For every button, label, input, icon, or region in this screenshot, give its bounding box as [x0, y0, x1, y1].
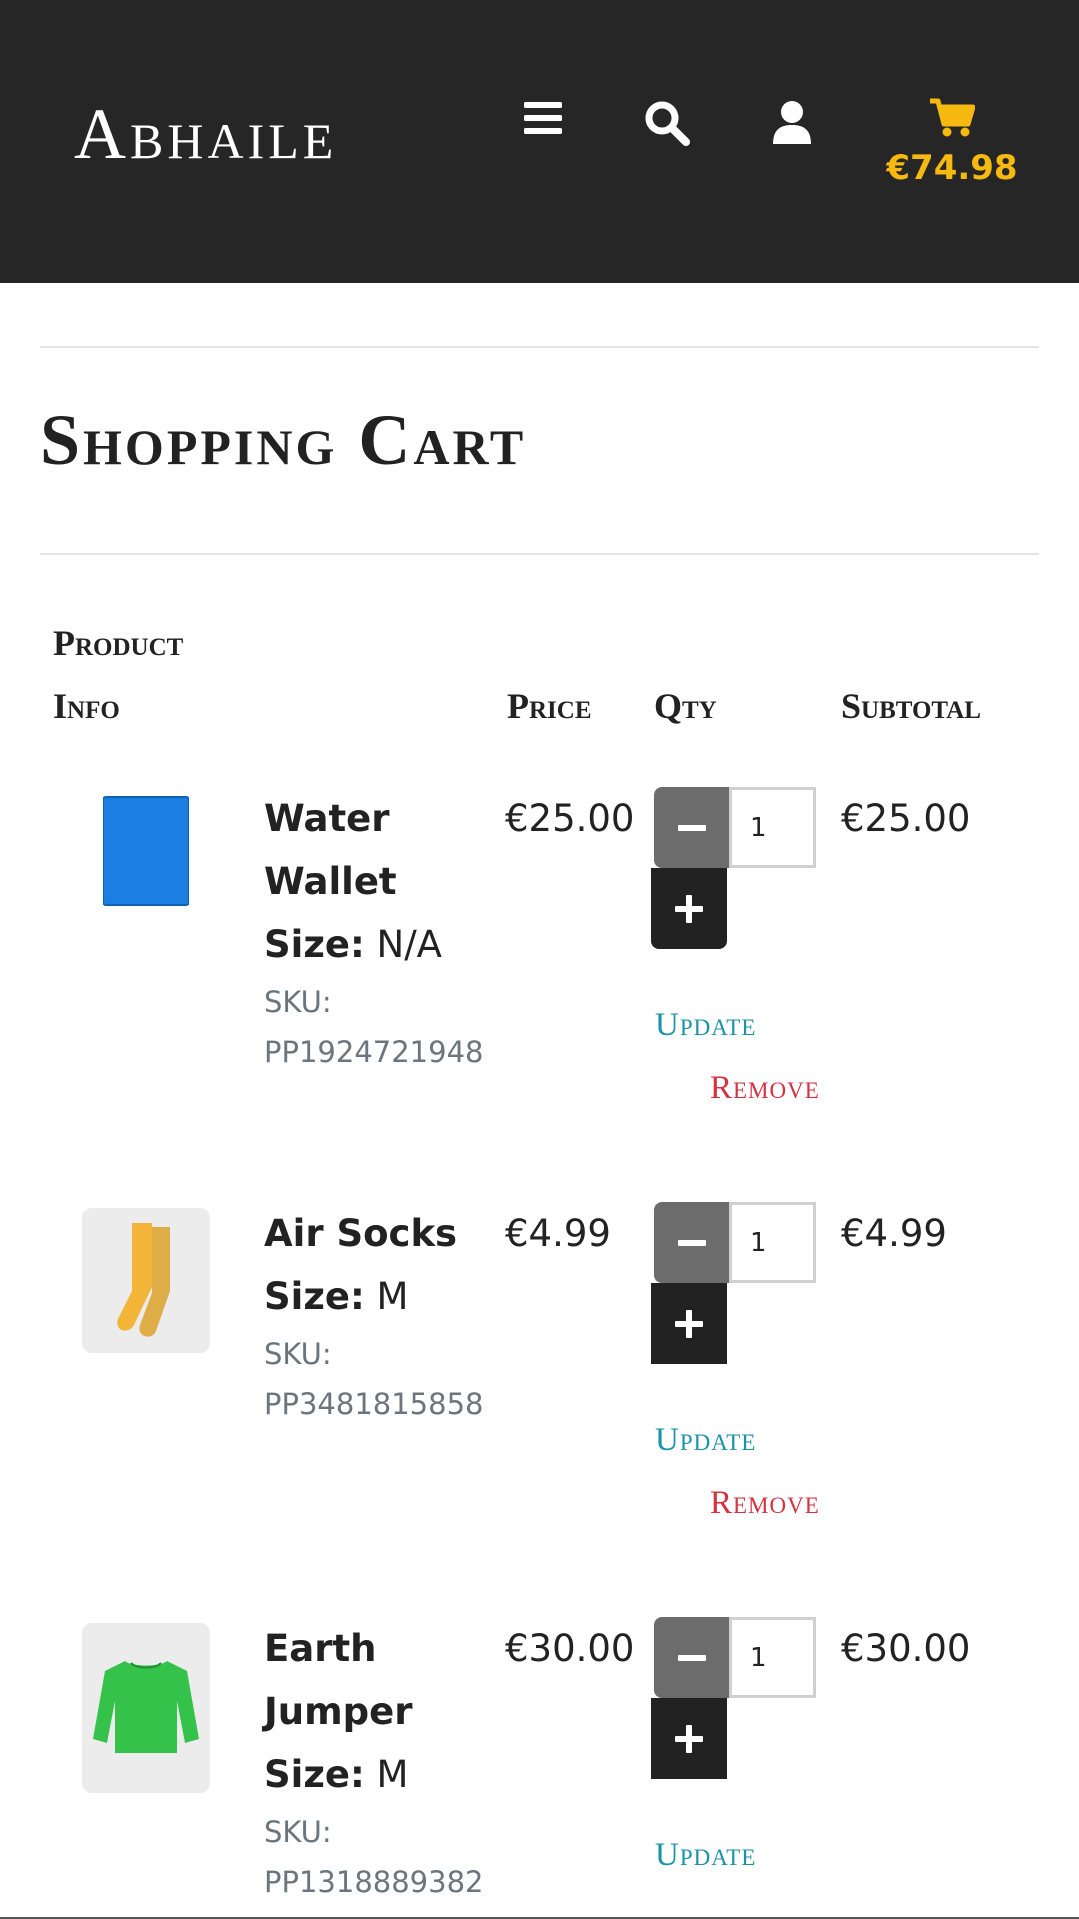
size-label: Size: — [264, 1753, 365, 1796]
column-header-product: Product Info — [53, 612, 183, 738]
decrease-qty-button[interactable] — [654, 1617, 730, 1698]
size-label: Size: — [264, 923, 365, 966]
menu-icon[interactable] — [524, 100, 562, 140]
search-icon[interactable] — [644, 100, 690, 150]
product-size: Size: M — [264, 1743, 408, 1806]
sku-label: SKU: — [264, 985, 332, 1019]
cart-total: €74.98 — [886, 148, 1018, 188]
sku-label: SKU: — [264, 1815, 332, 1849]
item-price: €4.99 — [505, 1212, 611, 1255]
item-price: €25.00 — [505, 797, 635, 840]
update-link[interactable]: Update — [655, 1007, 756, 1044]
sku-value: PP3481815858 — [264, 1387, 484, 1421]
sku-value: PP1318889382 — [264, 1865, 484, 1899]
minus-icon — [678, 1654, 706, 1661]
size-label: Size: — [264, 1275, 365, 1318]
size-value: M — [376, 1275, 409, 1318]
increase-qty-button[interactable] — [651, 1698, 727, 1779]
cart-row: Water Wallet Size: N/A SKU: PP1924721948… — [0, 787, 1079, 1187]
decrease-qty-button[interactable] — [654, 1202, 730, 1283]
user-icon[interactable] — [772, 100, 812, 150]
cart-row: Earth Jumper Size: M SKU: PP1318889382 €… — [0, 1617, 1079, 1917]
update-link[interactable]: Update — [655, 1422, 756, 1459]
product-name[interactable]: Air Socks — [264, 1202, 484, 1265]
product-image[interactable] — [82, 791, 210, 911]
column-header-product-line1: Product — [53, 623, 184, 663]
column-header-qty: Qty — [654, 686, 717, 726]
quantity-input[interactable] — [729, 787, 816, 868]
column-header-subtotal: Subtotal — [841, 686, 981, 726]
item-price: €30.00 — [505, 1627, 635, 1670]
divider — [40, 553, 1039, 555]
cart-icon — [930, 98, 976, 137]
product-size: Size: M — [264, 1265, 408, 1328]
increase-qty-button[interactable] — [651, 1283, 727, 1364]
quantity-input[interactable] — [729, 1202, 816, 1283]
size-value: M — [376, 1753, 409, 1796]
plus-icon — [675, 1724, 703, 1753]
quantity-input[interactable] — [729, 1617, 816, 1698]
plus-icon — [675, 894, 703, 923]
product-image[interactable] — [82, 1208, 210, 1353]
increase-qty-button[interactable] — [651, 868, 727, 949]
plus-icon — [675, 1309, 703, 1338]
product-name[interactable]: Earth Jumper — [264, 1617, 484, 1743]
sku-value: PP1924721948 — [264, 1035, 484, 1069]
item-subtotal: €4.99 — [841, 1212, 947, 1255]
divider — [40, 346, 1039, 348]
column-header-price: Price — [507, 686, 592, 726]
product-size: Size: N/A — [264, 913, 442, 976]
site-header: Abhaile €74.98 — [0, 0, 1079, 283]
item-subtotal: €25.00 — [841, 797, 971, 840]
item-subtotal: €30.00 — [841, 1627, 971, 1670]
page-title: Shopping Cart — [40, 400, 527, 480]
update-link[interactable]: Update — [655, 1837, 756, 1874]
minus-icon — [678, 824, 706, 831]
product-name[interactable]: Water Wallet — [264, 787, 484, 913]
size-value: N/A — [376, 923, 442, 966]
sku-label: SKU: — [264, 1337, 332, 1371]
product-image[interactable] — [82, 1623, 210, 1793]
column-header-product-line2: Info — [53, 686, 120, 726]
product-sku: SKU: PP3481815858 — [264, 1329, 494, 1429]
product-sku: SKU: PP1318889382 — [264, 1807, 494, 1907]
brand-logo[interactable]: Abhaile — [74, 98, 337, 170]
minus-icon — [678, 1239, 706, 1246]
product-sku: SKU: PP1924721948 — [264, 977, 494, 1077]
decrease-qty-button[interactable] — [654, 787, 730, 868]
remove-link[interactable]: Remove — [710, 1485, 820, 1522]
cart-row: Air Socks Size: M SKU: PP3481815858 €4.9… — [0, 1202, 1079, 1602]
cart-button[interactable]: €74.98 — [880, 98, 1024, 188]
remove-link[interactable]: Remove — [710, 1070, 820, 1107]
